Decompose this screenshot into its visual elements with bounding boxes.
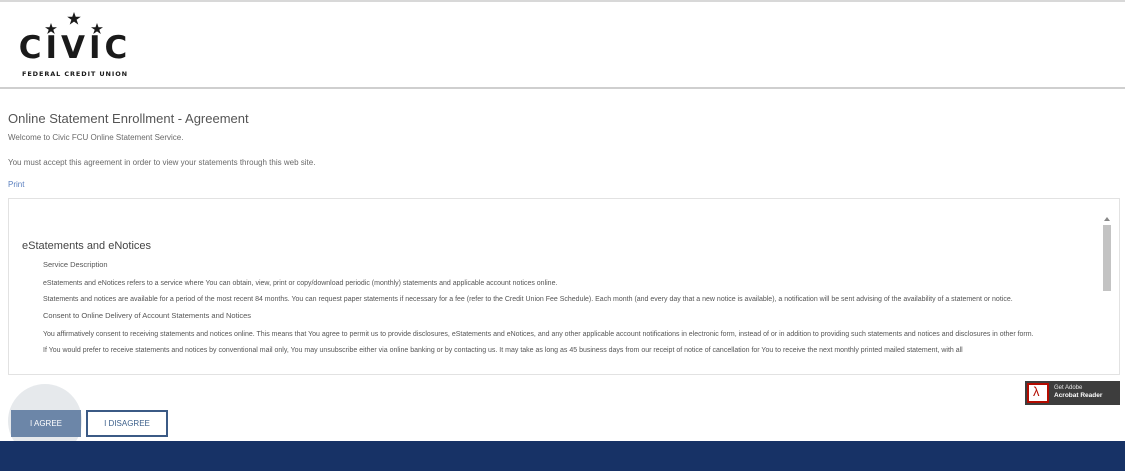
scroll-thumb[interactable] (1103, 225, 1111, 291)
scroll-up-arrow-icon[interactable] (1104, 217, 1110, 221)
adobe-badge-text: Get Adobe Acrobat Reader (1054, 384, 1102, 400)
print-link[interactable]: Print (8, 180, 24, 189)
accept-notice: You must accept this agreement in order … (8, 158, 316, 167)
logo-subtitle: FEDERAL CREDIT UNION (22, 70, 128, 78)
agreement-heading: eStatements and eNotices (22, 240, 152, 252)
agreement-paragraph: Statements and notices are available for… (43, 296, 1013, 303)
agreement-subheading: Consent to Online Delivery of Account St… (43, 311, 252, 320)
agreement-frame[interactable]: eStatements and eNotices Service Descrip… (8, 198, 1120, 375)
welcome-text: Welcome to Civic FCU Online Statement Se… (8, 133, 184, 142)
adobe-line-2: Acrobat Reader (1054, 392, 1103, 399)
adobe-line-1: Get Adobe (1054, 385, 1083, 391)
agreement-content: eStatements and eNotices Service Descrip… (22, 240, 1104, 362)
site-header: CIVIC FEDERAL CREDIT UNION (0, 2, 1125, 88)
site-footer (0, 441, 1125, 471)
header-divider (0, 87, 1125, 89)
agreement-paragraph: eStatements and eNotices refers to a ser… (43, 280, 558, 287)
agree-button[interactable]: I AGREE (11, 410, 81, 437)
agreement-paragraph: You affirmatively consent to receiving s… (43, 331, 1034, 338)
civic-logo[interactable]: CIVIC FEDERAL CREDIT UNION (17, 12, 133, 80)
adobe-pdf-icon: λ (1027, 383, 1049, 403)
agreement-body: Service Description eStatements and eNoti… (22, 260, 1104, 356)
logo-wordmark: CIVIC (18, 30, 132, 66)
agreement-scrollbar[interactable] (1102, 215, 1113, 369)
agreement-subheading: Service Description (43, 260, 108, 269)
agreement-paragraph: If You would prefer to receive statement… (43, 347, 963, 354)
page-title: Online Statement Enrollment - Agreement (8, 111, 249, 126)
get-adobe-reader-badge[interactable]: λ Get Adobe Acrobat Reader (1025, 381, 1120, 405)
disagree-button[interactable]: I DISAGREE (86, 410, 168, 437)
